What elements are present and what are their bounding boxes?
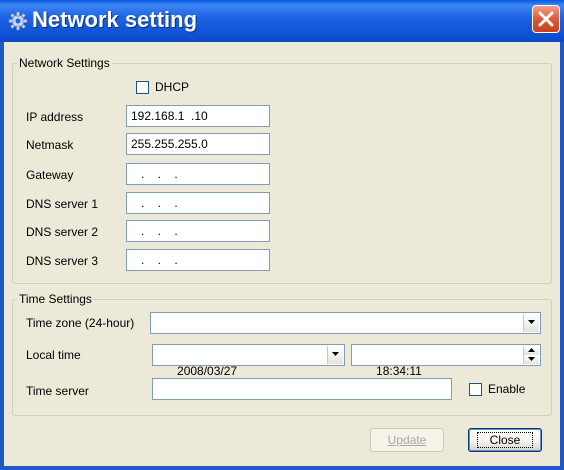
close-window-button[interactable]	[532, 5, 560, 33]
dns2-field[interactable]: . . .	[126, 220, 270, 242]
window-title: Network setting	[32, 7, 198, 32]
dhcp-checkbox[interactable]	[136, 81, 149, 94]
title-bar[interactable]: Network setting	[0, 0, 564, 42]
gateway-label: Gateway	[26, 168, 74, 182]
network-setting-window: Network setting Network Settings DHCP IP…	[0, 0, 564, 470]
ip-address-label: IP address	[26, 110, 84, 124]
time-spinner[interactable]	[523, 346, 539, 364]
time-picker[interactable]: 18:34:11	[351, 344, 541, 378]
network-settings-group: Network Settings	[12, 56, 552, 284]
gateway-field[interactable]: . . .	[126, 163, 270, 185]
close-button[interactable]: Close	[468, 428, 542, 452]
network-settings-legend: Network Settings	[19, 56, 110, 70]
chevron-down-icon[interactable]	[327, 346, 343, 364]
spin-up-icon[interactable]	[523, 346, 539, 355]
close-button-label: Close	[476, 432, 534, 448]
update-button[interactable]: Update	[370, 428, 444, 452]
close-icon	[538, 11, 554, 27]
dns1-label: DNS server 1	[26, 197, 99, 211]
date-picker[interactable]: 2008/03/27	[152, 344, 345, 378]
enable-label: Enable	[488, 382, 526, 396]
netmask-field[interactable]: 255.255.255.0	[126, 133, 270, 155]
spin-down-icon[interactable]	[523, 355, 539, 364]
dns1-field[interactable]: . . .	[126, 192, 270, 214]
netmask-label: Netmask	[26, 138, 74, 152]
gear-icon	[8, 11, 28, 31]
dialog-body: Network Settings DHCP IP address 192.168…	[4, 42, 560, 466]
timezone-select[interactable]	[150, 312, 541, 334]
chevron-down-icon[interactable]	[523, 314, 539, 332]
time-server-label: Time server	[26, 384, 89, 398]
dhcp-label: DHCP	[155, 80, 190, 94]
dns3-label: DNS server 3	[26, 254, 99, 268]
enable-checkbox[interactable]	[469, 383, 482, 396]
timezone-label: Time zone (24-hour)	[26, 316, 135, 330]
local-time-label: Local time	[26, 348, 81, 362]
time-value: 18:34:11	[376, 364, 422, 378]
date-value: 2008/03/27	[177, 364, 238, 378]
dns3-field[interactable]: . . .	[126, 249, 270, 271]
time-settings-legend: Time Settings	[19, 292, 92, 306]
time-server-field[interactable]	[152, 378, 452, 400]
dns2-label: DNS server 2	[26, 225, 99, 239]
update-button-label: Update	[387, 433, 427, 447]
ip-address-field[interactable]: 192.168.1 .10	[126, 105, 270, 127]
